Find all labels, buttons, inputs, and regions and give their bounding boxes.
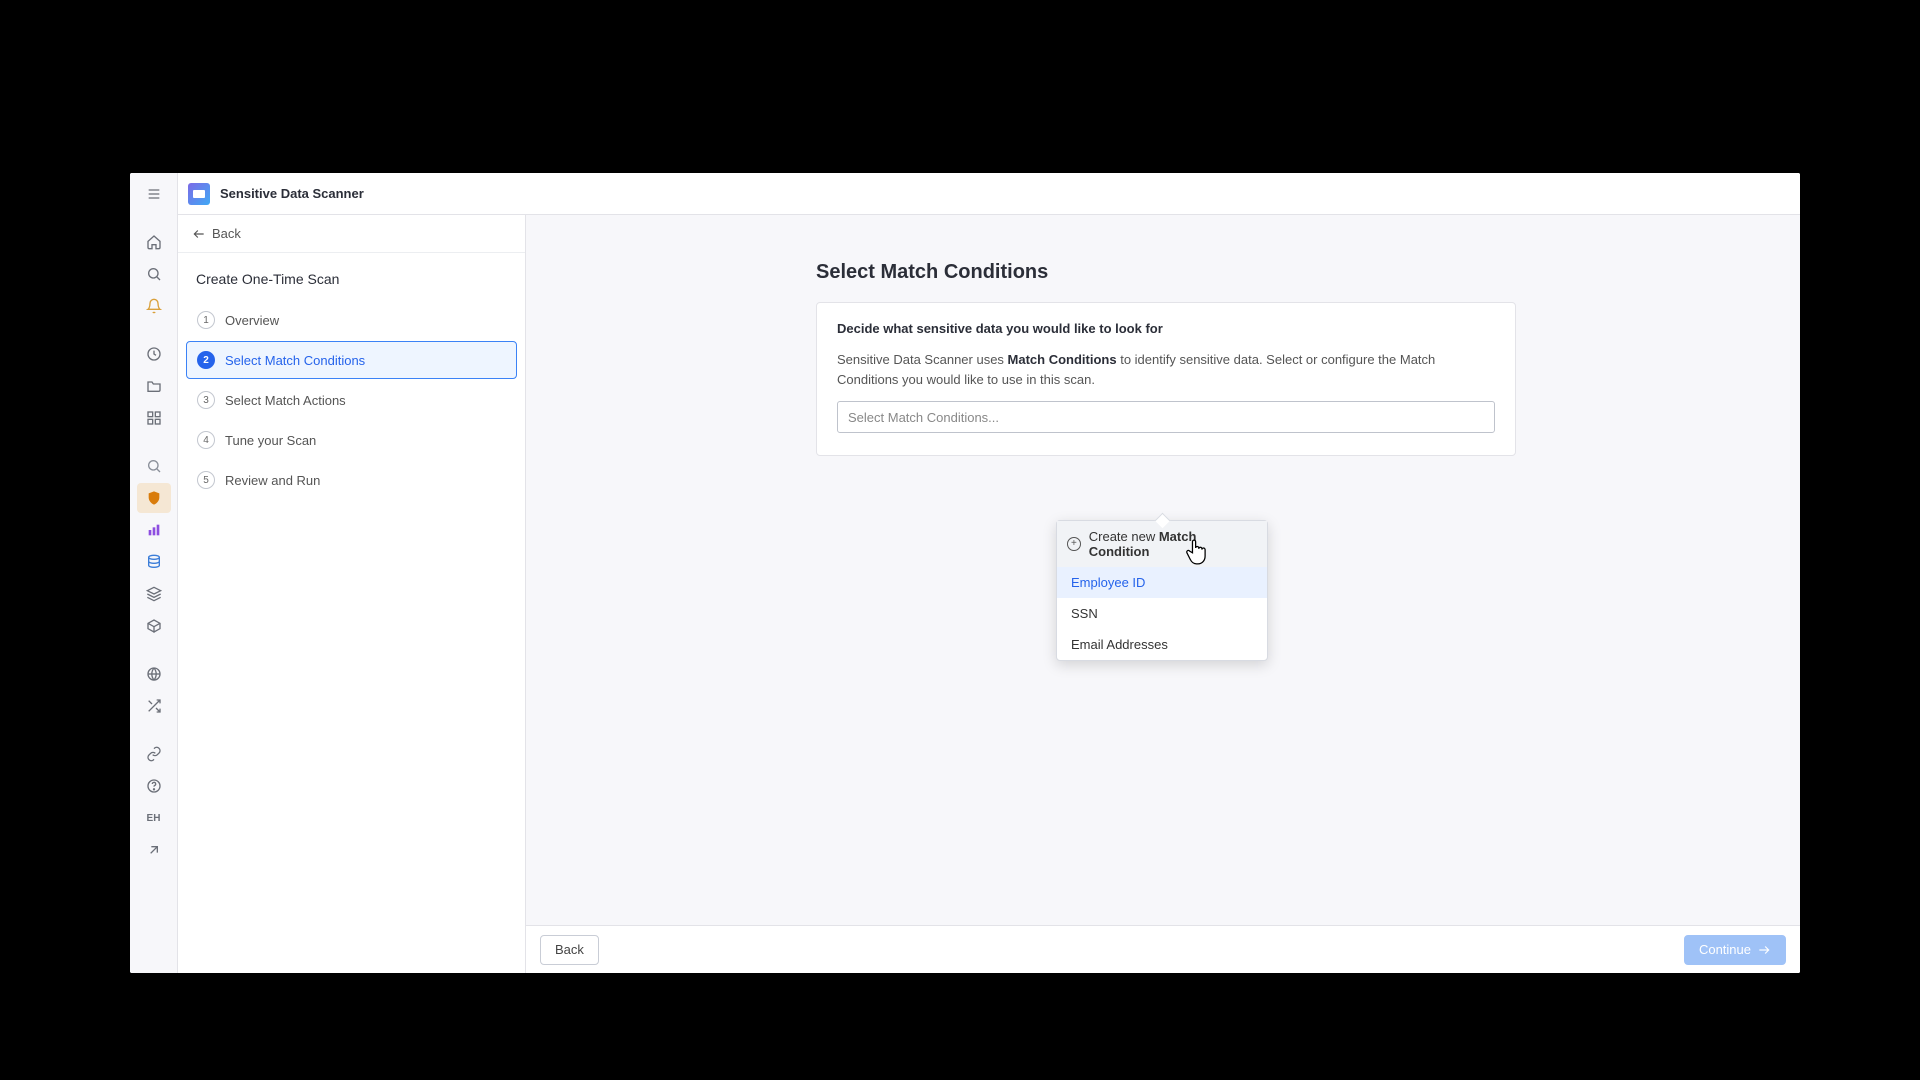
- bar-chart-icon[interactable]: [137, 515, 171, 545]
- hamburger-icon[interactable]: [137, 179, 171, 209]
- side-panel: Back Create One-Time Scan 1 Overview 2 S…: [178, 215, 526, 973]
- help-icon[interactable]: [137, 771, 171, 801]
- search-icon[interactable]: [137, 259, 171, 289]
- create-new-match-condition[interactable]: + Create new Match Condition: [1057, 521, 1267, 567]
- step-overview[interactable]: 1 Overview: [186, 301, 517, 339]
- app-logo-icon: [188, 183, 210, 205]
- globe-icon[interactable]: [137, 659, 171, 689]
- step-select-match-conditions[interactable]: 2 Select Match Conditions: [186, 341, 517, 379]
- form-area: Select Match Conditions Decide what sens…: [816, 261, 1516, 456]
- folder-icon[interactable]: [137, 371, 171, 401]
- page-heading: Select Match Conditions: [816, 261, 1516, 284]
- link-icon[interactable]: [137, 739, 171, 769]
- desc-text-bold: Match Conditions: [1008, 352, 1117, 367]
- shuffle-icon[interactable]: [137, 691, 171, 721]
- step-label: Select Match Actions: [225, 393, 346, 408]
- dropdown-option-email-addresses[interactable]: Email Addresses: [1057, 629, 1267, 660]
- card-description: Sensitive Data Scanner uses Match Condit…: [837, 350, 1495, 389]
- arrow-right-icon: [1757, 943, 1771, 957]
- dropdown-option-employee-id[interactable]: Employee ID: [1057, 567, 1267, 598]
- shield-icon[interactable]: [137, 483, 171, 513]
- step-number: 2: [197, 351, 215, 369]
- app-title: Sensitive Data Scanner: [220, 186, 364, 201]
- card-subtitle: Decide what sensitive data you would lik…: [837, 321, 1495, 336]
- layers-icon[interactable]: [137, 579, 171, 609]
- step-label: Select Match Conditions: [225, 353, 365, 368]
- cube-icon[interactable]: [137, 611, 171, 641]
- desc-text-pre: Sensitive Data Scanner uses: [837, 352, 1008, 367]
- step-label: Tune your Scan: [225, 433, 316, 448]
- panel-title: Create One-Time Scan: [178, 253, 525, 299]
- step-select-match-actions[interactable]: 3 Select Match Actions: [186, 381, 517, 419]
- content-row: Back Create One-Time Scan 1 Overview 2 S…: [178, 215, 1800, 973]
- select-placeholder: Select Match Conditions...: [848, 410, 999, 425]
- step-number: 3: [197, 391, 215, 409]
- user-initials-badge[interactable]: EH: [137, 803, 171, 833]
- step-number: 4: [197, 431, 215, 449]
- arrow-left-icon: [192, 227, 206, 241]
- scan-search-icon[interactable]: [137, 451, 171, 481]
- back-button[interactable]: Back: [540, 935, 599, 965]
- clock-icon[interactable]: [137, 339, 171, 369]
- database-icon[interactable]: [137, 547, 171, 577]
- steps-list: 1 Overview 2 Select Match Conditions 3 S…: [178, 299, 525, 501]
- create-new-pre: Create new: [1089, 529, 1159, 544]
- grid-icon[interactable]: [137, 403, 171, 433]
- app-window: EH Sensitive Data Scanner Back Create On…: [130, 173, 1800, 973]
- app-header: Sensitive Data Scanner: [178, 173, 1800, 215]
- step-label: Review and Run: [225, 473, 320, 488]
- step-review-and-run[interactable]: 5 Review and Run: [186, 461, 517, 499]
- step-number: 5: [197, 471, 215, 489]
- card: Decide what sensitive data you would lik…: [816, 302, 1516, 456]
- app-body: Sensitive Data Scanner Back Create One-T…: [178, 173, 1800, 973]
- home-icon[interactable]: [137, 227, 171, 257]
- back-button-label: Back: [555, 942, 584, 957]
- plus-circle-icon: +: [1067, 537, 1081, 551]
- step-tune-your-scan[interactable]: 4 Tune your Scan: [186, 421, 517, 459]
- step-label: Overview: [225, 313, 279, 328]
- external-link-icon[interactable]: [137, 835, 171, 865]
- continue-button-label: Continue: [1699, 942, 1751, 957]
- main-canvas: Select Match Conditions Decide what sens…: [526, 215, 1800, 973]
- footer-bar: Back Continue: [526, 925, 1800, 973]
- match-conditions-select[interactable]: Select Match Conditions...: [837, 401, 1495, 433]
- dropdown-option-ssn[interactable]: SSN: [1057, 598, 1267, 629]
- back-label: Back: [212, 226, 241, 241]
- create-new-label: Create new Match Condition: [1089, 529, 1257, 559]
- match-condition-dropdown: + Create new Match Condition Employee ID…: [1056, 520, 1268, 661]
- continue-button[interactable]: Continue: [1684, 935, 1786, 965]
- back-link[interactable]: Back: [178, 215, 525, 253]
- bell-icon[interactable]: [137, 291, 171, 321]
- step-number: 1: [197, 311, 215, 329]
- nav-rail: EH: [130, 173, 178, 973]
